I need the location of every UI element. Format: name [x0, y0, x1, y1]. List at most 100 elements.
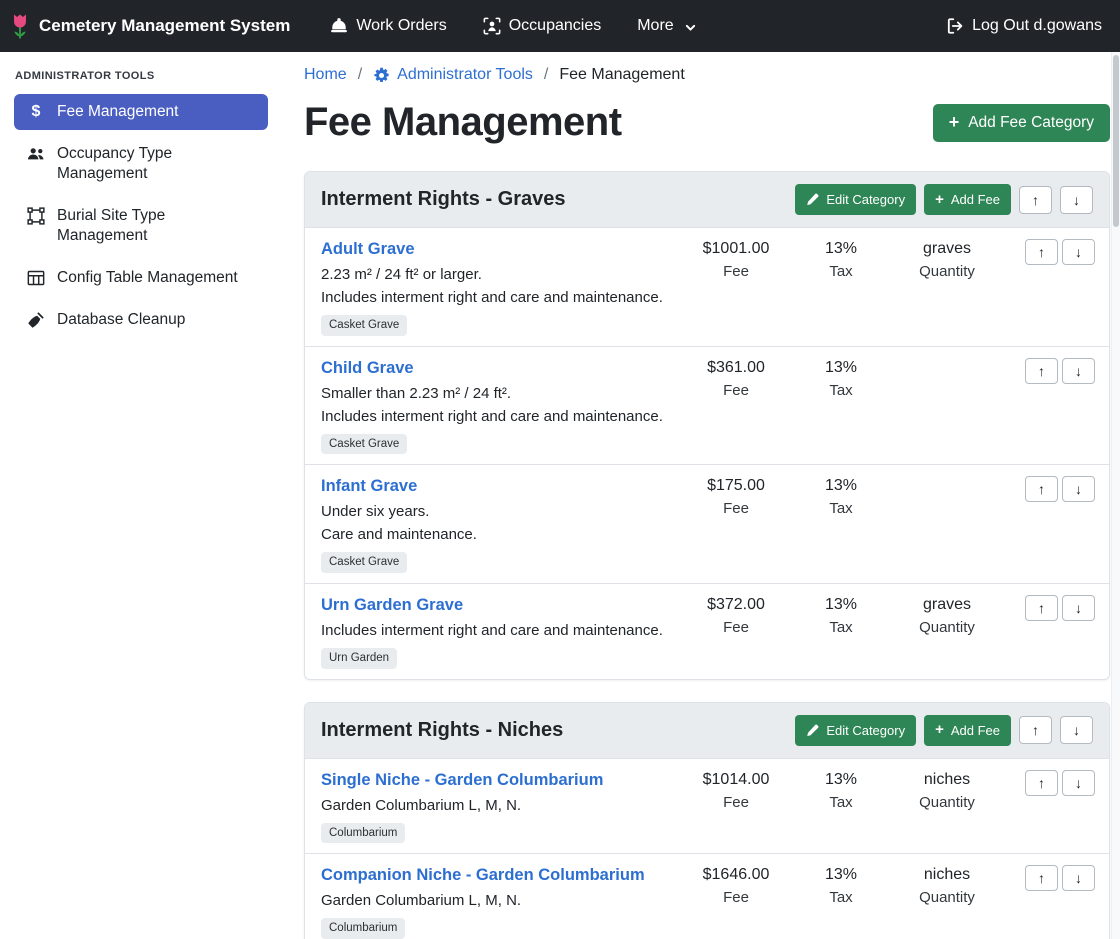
move-fee-down-button[interactable]: ↓ — [1062, 239, 1095, 265]
fee-description: Garden Columbarium L, M, N. — [321, 889, 681, 912]
fee-description: Care and maintenance. — [321, 523, 681, 546]
move-category-up-button[interactable]: ↑ — [1019, 186, 1052, 214]
fee-tag-badge: Columbarium — [321, 823, 405, 844]
up-arrow-icon: ↑ — [1032, 723, 1039, 737]
sidebar-item-database-cleanup[interactable]: Database Cleanup — [14, 302, 268, 338]
quantity-value: graves — [891, 596, 1003, 614]
move-fee-down-button[interactable]: ↓ — [1062, 595, 1095, 621]
scrollbar-thumb[interactable] — [1113, 55, 1119, 227]
category-header: Interment Rights - Graves Edit Category +A… — [305, 172, 1109, 228]
up-arrow-icon: ↑ — [1038, 601, 1045, 615]
tulip-logo-icon — [10, 12, 30, 41]
quantity-value: niches — [891, 866, 1003, 884]
fee-info: Infant GraveUnder six years.Care and mai… — [321, 476, 681, 573]
breadcrumb-home-link[interactable]: Home — [304, 66, 347, 84]
up-arrow-icon: ↑ — [1038, 871, 1045, 885]
fee-quantity-cell — [891, 358, 1003, 359]
up-arrow-icon: ↑ — [1038, 776, 1045, 790]
fee-name-link[interactable]: Companion Niche - Garden Columbarium — [321, 865, 645, 885]
tax-label: Tax — [791, 382, 891, 399]
fee-name-link[interactable]: Infant Grave — [321, 476, 417, 496]
gear-icon — [373, 67, 390, 84]
edit-category-button[interactable]: Edit Category — [795, 184, 916, 215]
broom-icon — [26, 310, 46, 330]
fee-reorder-controls: ↑↓ — [1003, 865, 1095, 891]
category-header: Interment Rights - NichesEdit Category+A… — [305, 703, 1109, 759]
fee-quantity-cell: nichesQuantity — [891, 770, 1003, 811]
logout-label: Log Out d.gowans — [972, 17, 1102, 35]
down-arrow-icon: ↓ — [1075, 364, 1082, 378]
move-fee-up-button[interactable]: ↑ — [1025, 865, 1058, 891]
navbar-links: Work Orders Occupancies More — [330, 17, 696, 35]
edit-category-button[interactable]: Edit Category — [795, 715, 916, 746]
sidebar-item-occupancy-type-management[interactable]: Occupancy Type Management — [14, 136, 268, 192]
fee-row: Infant GraveUnder six years.Care and mai… — [305, 465, 1109, 584]
category-title: Interment Rights - Graves — [321, 188, 566, 211]
move-fee-up-button[interactable]: ↑ — [1025, 476, 1058, 502]
fee-name-link[interactable]: Adult Grave — [321, 239, 415, 259]
move-fee-down-button[interactable]: ↓ — [1062, 358, 1095, 384]
nav-item-more[interactable]: More — [637, 17, 696, 35]
add-fee-button[interactable]: +Add Fee — [924, 715, 1011, 746]
fee-info: Urn Garden Grave Includes interment right… — [321, 595, 681, 669]
logout-icon — [946, 17, 964, 35]
down-arrow-icon: ↓ — [1075, 776, 1082, 790]
sidebar-nav: $Fee Management Occupancy Type Management… — [14, 94, 268, 338]
tax-value: 13% — [791, 477, 891, 495]
fee-amount: $175.00 — [681, 477, 791, 495]
fee-amount: $1001.00 — [681, 240, 791, 258]
fee-tax-cell: 13%Tax — [791, 865, 891, 906]
fee-description: Includes interment right and care and ma… — [321, 405, 681, 428]
fee-reorder-controls: ↑↓ — [1003, 476, 1095, 502]
move-fee-up-button[interactable]: ↑ — [1025, 358, 1058, 384]
sidebar-item-burial-site-type-management[interactable]: Burial Site Type Management — [14, 198, 268, 254]
fee-label: Fee — [681, 382, 791, 399]
move-fee-up-button[interactable]: ↑ — [1025, 595, 1058, 621]
add-fee-button[interactable]: +Add Fee — [924, 184, 1011, 215]
down-arrow-icon: ↓ — [1075, 245, 1082, 259]
tax-value: 13% — [791, 596, 891, 614]
sidebar-item-config-table-management[interactable]: Config Table Management — [14, 260, 268, 296]
fee-name-link[interactable]: Single Niche - Garden Columbarium — [321, 770, 603, 790]
sidebar: ADMINISTRATOR TOOLS $Fee Management Occup… — [0, 52, 280, 939]
move-fee-down-button[interactable]: ↓ — [1062, 770, 1095, 796]
add-fee-category-button[interactable]: + Add Fee Category — [933, 104, 1110, 142]
fee-tax-cell: 13%Tax — [791, 239, 891, 280]
fee-description: Includes interment right and care and ma… — [321, 619, 681, 642]
sidebar-heading: ADMINISTRATOR TOOLS — [15, 70, 268, 82]
fee-quantity-cell: gravesQuantity — [891, 595, 1003, 636]
move-category-up-button[interactable]: ↑ — [1019, 716, 1052, 744]
title-row: Fee Management + Add Fee Category — [304, 100, 1110, 145]
fee-description: 2.23 m² / 24 ft² or larger. — [321, 263, 681, 286]
quantity-value: niches — [891, 771, 1003, 789]
fee-row: Adult Grave2.23 m² / 24 ft² or larger.In… — [305, 228, 1109, 347]
nav-item-occupancies[interactable]: Occupancies — [483, 17, 602, 35]
fee-tax-cell: 13%Tax — [791, 770, 891, 811]
table-icon — [26, 268, 46, 288]
down-arrow-icon: ↓ — [1073, 193, 1080, 207]
move-fee-down-button[interactable]: ↓ — [1062, 476, 1095, 502]
fee-name-link[interactable]: Child Grave — [321, 358, 414, 378]
move-fee-up-button[interactable]: ↑ — [1025, 770, 1058, 796]
vector-square-icon — [26, 206, 46, 226]
quantity-label: Quantity — [891, 263, 1003, 280]
move-category-down-button[interactable]: ↓ — [1060, 186, 1093, 214]
move-fee-down-button[interactable]: ↓ — [1062, 865, 1095, 891]
logout-button[interactable]: Log Out d.gowans — [946, 17, 1102, 35]
move-fee-up-button[interactable]: ↑ — [1025, 239, 1058, 265]
hard-hat-icon — [330, 17, 348, 35]
fee-label: Fee — [681, 619, 791, 636]
plus-icon: + — [935, 723, 944, 737]
fee-name-link[interactable]: Urn Garden Grave — [321, 595, 463, 615]
nav-item-work-orders[interactable]: Work Orders — [330, 17, 446, 35]
sidebar-item-fee-management[interactable]: $Fee Management — [14, 94, 268, 130]
breadcrumb-current: Fee Management — [559, 66, 684, 84]
fee-row: Single Niche - Garden ColumbariumGarden … — [305, 759, 1109, 855]
move-category-down-button[interactable]: ↓ — [1060, 716, 1093, 744]
tax-label: Tax — [791, 263, 891, 280]
breadcrumb-admin-tools-link[interactable]: Administrator Tools — [373, 66, 533, 84]
fee-amount-cell: $1001.00Fee — [681, 239, 791, 280]
fee-category-list: Interment Rights - GravesEdit Category+A… — [304, 171, 1110, 939]
brand[interactable]: Cemetery Management System — [10, 12, 290, 41]
scrollbar-track[interactable] — [1111, 52, 1120, 939]
